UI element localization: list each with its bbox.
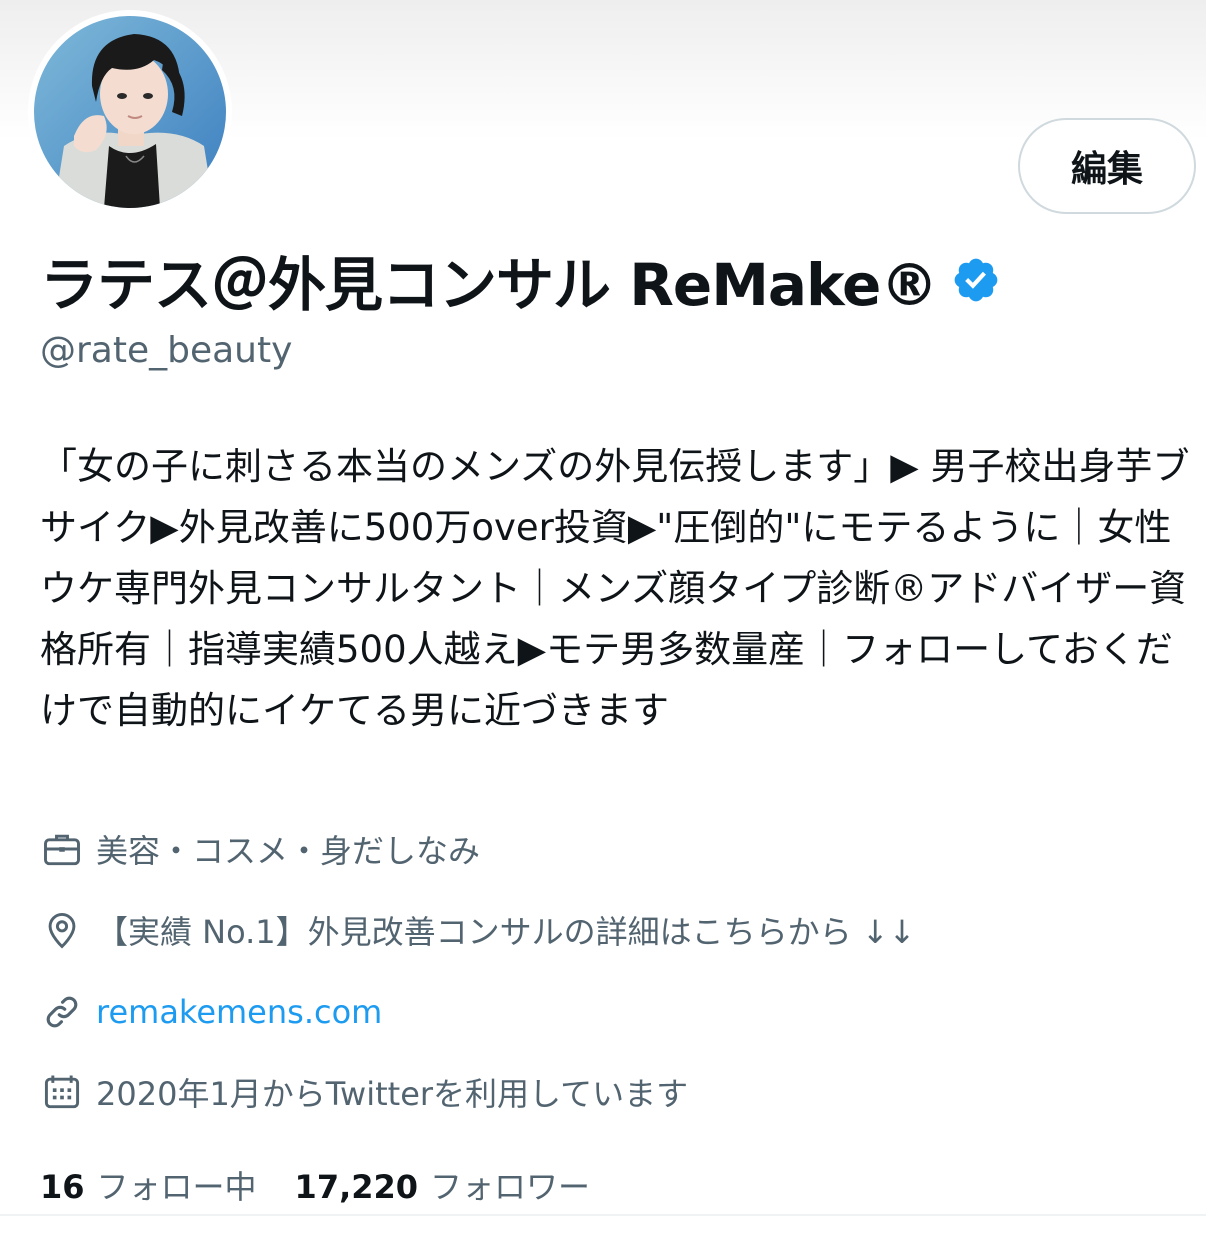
briefcase-icon bbox=[44, 834, 80, 866]
profile-category: 美容・コスメ・身だしなみ bbox=[40, 824, 480, 874]
edit-profile-button[interactable]: 編集 bbox=[1018, 118, 1196, 214]
profile-joined-date: 2020年1月からTwitterを利用しています bbox=[40, 1067, 688, 1117]
user-handle: @rate_beauty bbox=[40, 330, 293, 371]
following-label: フォロー中 bbox=[96, 1168, 257, 1206]
display-name: ラテス＠外見コンサル ReMake® bbox=[40, 251, 938, 319]
following-count: 16 bbox=[40, 1168, 85, 1206]
calendar-icon bbox=[44, 1075, 80, 1109]
followers-count: 17,220 bbox=[294, 1168, 419, 1206]
joined-text: 2020年1月からTwitterを利用しています bbox=[96, 1075, 689, 1113]
following-link[interactable]: 16 フォロー中 bbox=[40, 1162, 257, 1208]
profile-bio: 「女の子に刺さる本当のメンズの外見伝授します」▶ 男子校出身芋ブサイク▶外見改善… bbox=[40, 445, 1190, 732]
website-link[interactable]: remakemens.com bbox=[96, 993, 382, 1031]
avatar[interactable] bbox=[28, 10, 232, 214]
avatar-illustration bbox=[34, 16, 226, 208]
location-text: 【実績 No.1】外見改善コンサルの詳細はこちらから ↓↓ bbox=[96, 913, 916, 951]
profile-website[interactable]: remakemens.com bbox=[40, 987, 382, 1037]
location-pin-icon bbox=[48, 912, 76, 949]
divider bbox=[0, 1214, 1206, 1216]
followers-label: フォロワー bbox=[430, 1168, 591, 1206]
followers-link[interactable]: 17,220 フォロワー bbox=[295, 1162, 591, 1208]
link-icon bbox=[46, 996, 78, 1028]
verified-badge-icon[interactable] bbox=[951, 255, 1001, 305]
profile-location: 【実績 No.1】外見改善コンサルの詳細はこちらから ↓↓ bbox=[40, 905, 915, 955]
name-row: ラテス＠外見コンサル ReMake® bbox=[40, 242, 1001, 319]
follow-stats: 16 フォロー中 17,220 フォロワー bbox=[40, 1160, 590, 1210]
category-text: 美容・コスメ・身だしなみ bbox=[96, 832, 481, 870]
